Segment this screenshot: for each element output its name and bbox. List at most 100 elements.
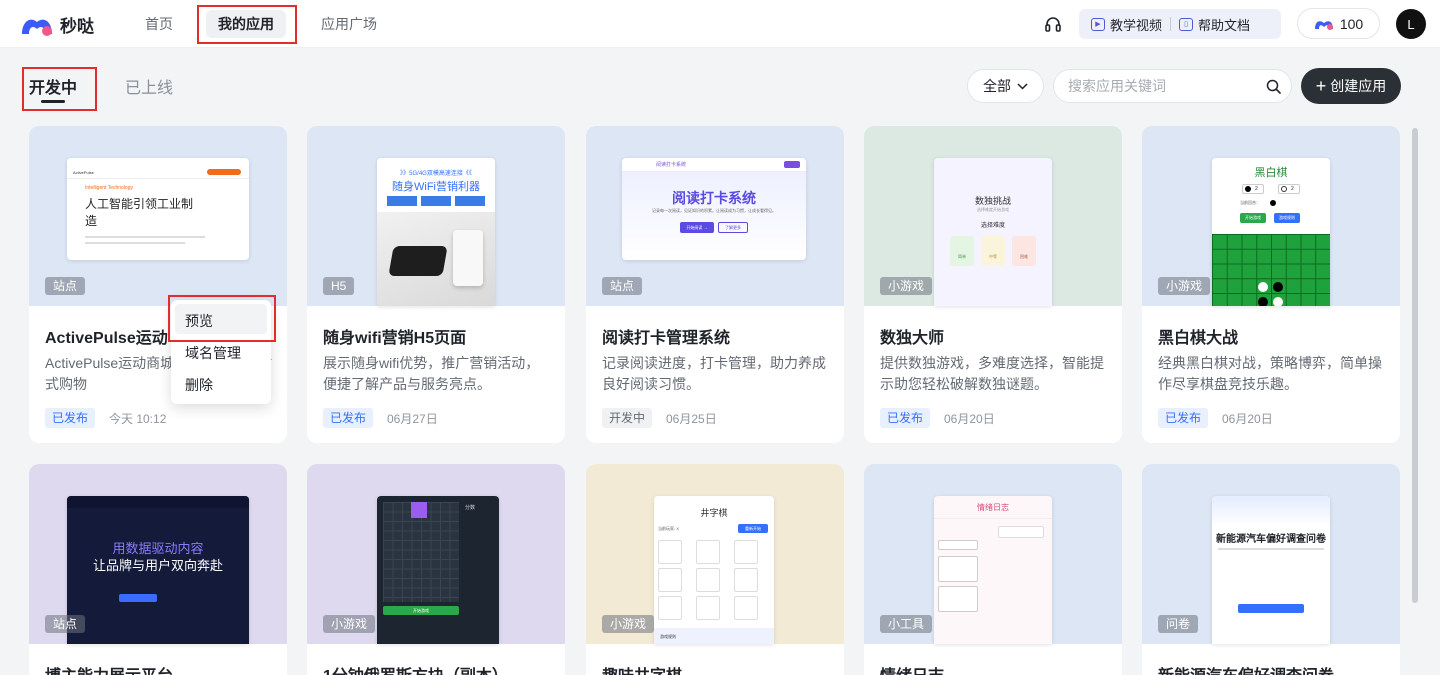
status-badge: 已发布 [1158,408,1209,428]
tetris-piece [411,502,427,518]
preview-divider [67,178,249,179]
level-easy: 简单 [950,236,974,266]
app-card[interactable]: 用数据驱动内容 让品牌与用户双向奔赴 站点 博主能力展示平台 [29,464,287,675]
search-icon[interactable] [1266,79,1281,94]
board-cell [696,568,720,592]
preview-select [938,540,978,550]
video-icon: ▶ [1091,17,1105,31]
help-docs-link[interactable]: 帮助文档 [1198,15,1250,34]
white-piece [1258,282,1268,292]
scrollbar[interactable] [1412,128,1418,603]
reset-btn: 重新开始 [738,524,768,533]
preview-btn [119,594,157,602]
highlight-box-tab [22,67,97,111]
nav-app-plaza[interactable]: 应用广场 [321,14,377,34]
tab-online[interactable]: 已上线 [125,74,173,98]
app-card[interactable]: 新能源汽车偏好调查问卷 问卷 新能源汽车偏好调查问卷 [1142,464,1400,675]
card-date: 06月20日 [944,412,995,426]
app-card[interactable]: 井字棋 当前玩家: X 重新开始 游戏规则 小游戏 趣味井字棋 [586,464,844,675]
app-card[interactable]: 》》5G/4G双模高速连接《《 随身WiFi营销利器 H5 随身wifi营销H5… [307,126,565,443]
type-badge: 小游戏 [880,277,933,295]
preview-sub: 记录每一次阅读，见证知识的积累。让阅读成为习惯，让成长看得见。 [652,208,776,213]
nav-home[interactable]: 首页 [145,14,173,34]
app-card[interactable]: 阅读打卡系统 阅读打卡系统 记录每一次阅读，见证知识的积累。让阅读成为习惯，让成… [586,126,844,443]
card-description: 提供数独游戏，多难度选择，智能提示助您轻松破解数独谜题。 [880,355,1104,392]
user-avatar[interactable]: L [1396,9,1426,39]
app-card[interactable]: 黑白棋 2 2 当前回合： 开始游戏 游戏规则 小游戏 黑白棋大战 经典黑白棋对… [1142,126,1400,443]
highlight-box-menu [168,295,276,342]
survey-preview: 新能源汽车偏好调查问卷 [1212,496,1330,644]
book-icon: ▯ [1179,17,1194,31]
preview-hero: 阅读打卡系统 [672,190,756,206]
board-cell [658,540,682,564]
credits-badge[interactable]: 100 [1297,8,1380,39]
tutorial-video-link[interactable]: 教学视频 [1110,15,1162,34]
score-label: 分数 [465,505,476,511]
card-title: 阅读打卡管理系统 [602,330,731,347]
current-player: 当前玩家: X [658,526,679,531]
type-badge: 问卷 [1158,615,1199,633]
app-card[interactable]: 情绪日志 小工具 情绪日志 [864,464,1122,675]
app-card[interactable]: 分数 开始游戏 小游戏 1分钟俄罗斯方块（副本） [307,464,565,675]
preview-hero2: 让品牌与用户双向奔赴 [92,558,223,573]
card-date: 06月25日 [666,412,717,426]
preview-nav-btn [784,161,800,168]
game-preview: 数独挑战 选择难度开始游戏 选择难度 简单 中等 困难 [934,158,1052,306]
menu-item-delete[interactable]: 删除 [185,375,213,395]
headphones-icon[interactable] [1043,14,1063,34]
preview-btn1: 开始阅读 → [680,222,714,233]
preview-chip [421,196,451,206]
site-preview: 用数据驱动内容 让品牌与用户双向奔赴 [67,496,249,644]
preview-header-bg [1212,496,1330,526]
search-input[interactable] [1068,78,1258,94]
preview-brand: ActivePulse [73,170,94,175]
game-preview: 黑白棋 2 2 当前回合： 开始游戏 游戏规则 [1212,158,1330,306]
game-preview: 分数 开始游戏 [377,496,499,644]
preview-line [85,236,205,238]
preview-divider [934,518,1052,519]
app-card[interactable]: 数独挑战 选择难度开始游戏 选择难度 简单 中等 困难 小游戏 数独大师 提供数… [864,126,1122,443]
board [1212,234,1330,306]
preview-textarea [938,586,978,612]
preview-line2: 随身WiFi营销利器 [392,181,480,193]
preview-hero: 人工智能引领工业制造 [85,197,194,228]
preview-title: 井字棋 [700,508,728,518]
start-btn: 开始游戏 [1240,213,1266,223]
board-cell [658,596,682,620]
site-preview: 阅读打卡系统 阅读打卡系统 记录每一次阅读，见证知识的积累。让阅读成为习惯，让成… [622,158,806,260]
site-preview: ActivePulse Intelligent Technology 人工智能引… [67,158,249,260]
black-piece [1258,297,1268,306]
create-app-button[interactable]: + 创建应用 [1301,68,1401,104]
divider [1170,17,1172,31]
create-app-label: 创建应用 [1330,78,1387,94]
preview-tag: Intelligent Technology [85,185,133,191]
search-box [1053,69,1292,103]
credit-icon [1314,20,1333,30]
card-title: 情绪日志 [880,662,944,675]
type-badge: 小工具 [880,615,933,633]
preview-btn [1238,604,1304,613]
menu-item-domain[interactable]: 域名管理 [185,343,241,363]
type-badge: 小游戏 [323,615,376,633]
preview-textarea [938,556,978,582]
logo-text: 秒哒 [60,17,94,36]
card-title: 数独大师 [880,330,945,347]
preview-chip [455,196,485,206]
app-logo[interactable]: 秒哒 [20,12,94,37]
type-badge: 小游戏 [1158,277,1211,295]
status-badge: 已发布 [323,408,374,428]
preview-pick: 选择难度 [980,223,1005,229]
preview-title: 情绪日志 [977,503,1009,512]
filter-dropdown[interactable]: 全部 [967,69,1044,103]
preview-hero-bg [622,172,806,260]
preview-line1: 》》5G/4G双模高速连接《《 [400,171,472,177]
board-cell [734,540,758,564]
start-btn: 开始游戏 [383,606,459,615]
card-title: 新能源汽车偏好调查问卷 [1158,662,1334,675]
help-group: ▶ 教学视频 ▯ 帮助文档 [1079,9,1281,39]
preview-title: 黑白棋 [1254,167,1288,179]
logo-icon [22,19,52,36]
preview-chip [387,196,417,206]
preview-input [998,526,1044,538]
black-disc [1245,186,1251,192]
